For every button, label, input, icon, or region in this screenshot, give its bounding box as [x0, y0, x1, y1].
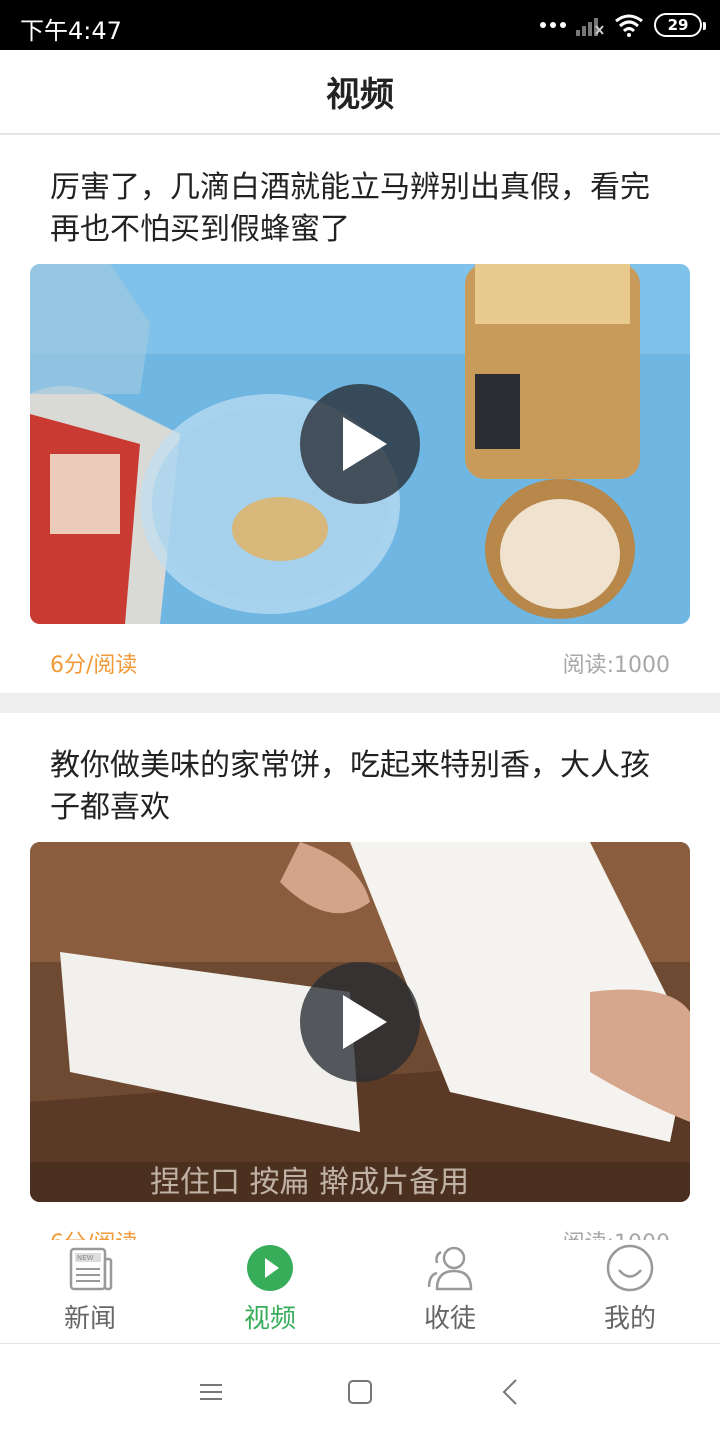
users-icon	[427, 1246, 473, 1291]
page-title: 视频	[326, 75, 394, 115]
home-icon[interactable]	[345, 1377, 375, 1407]
read-time: 6分/阅读	[50, 1225, 137, 1240]
wifi-icon	[615, 14, 643, 37]
play-icon	[343, 995, 387, 1049]
newspaper-icon: NEW	[69, 1247, 113, 1291]
video-card[interactable]: 厉害了，几滴白酒就能立马辨别出真假，看完再也不怕买到假蜂蜜了 6分/阅读 阅读:…	[0, 135, 720, 693]
svg-text:NEW: NEW	[77, 1254, 94, 1262]
status-bar: 下午4:47 29	[0, 0, 720, 50]
tab-label: 新闻	[63, 1304, 116, 1334]
play-button[interactable]	[300, 384, 420, 504]
video-title[interactable]: 厉害了，几滴白酒就能立马辨别出真假，看完再也不怕买到假蜂蜜了	[50, 167, 670, 251]
play-icon	[343, 417, 387, 471]
play-button[interactable]	[300, 962, 420, 1082]
video-feed[interactable]: 厉害了，几滴白酒就能立马辨别出真假，看完再也不怕买到假蜂蜜了 6分/阅读 阅读:…	[0, 135, 720, 1240]
tab-mine[interactable]: 我的	[540, 1240, 720, 1344]
view-count: 阅读:1000	[562, 653, 670, 678]
more-dots-icon	[540, 22, 566, 28]
menu-icon[interactable]	[196, 1377, 226, 1407]
tab-label: 我的	[603, 1304, 656, 1334]
video-thumbnail[interactable]	[30, 264, 690, 624]
system-nav-bar	[0, 1345, 720, 1440]
smiley-icon	[606, 1244, 654, 1292]
tab-news[interactable]: NEW 新闻	[0, 1240, 180, 1344]
tab-label: 视频	[243, 1304, 296, 1334]
status-time: 下午4:47	[20, 17, 122, 45]
tab-video[interactable]: 视频	[180, 1240, 360, 1344]
view-count: 阅读:1000	[563, 1225, 670, 1240]
video-caption: 捏住口 按扁 擀成片备用	[150, 1165, 469, 1200]
video-card[interactable]: 教你做美味的家常饼，吃起来特别香，大人孩子都喜欢 捏住口 按扁 擀成片备用 6分…	[0, 713, 720, 1240]
play-circle-icon	[247, 1245, 293, 1291]
status-icons: 29	[540, 12, 706, 38]
card-divider	[0, 693, 720, 713]
app-header: 视频	[0, 50, 720, 135]
signal-icon	[576, 18, 604, 36]
tab-label: 收徒	[423, 1304, 476, 1334]
bottom-tabbar: NEW 新闻 视频 收徒 我的	[0, 1240, 720, 1344]
read-time: 6分/阅读	[50, 653, 138, 678]
battery-icon: 29	[654, 13, 706, 37]
back-icon[interactable]	[496, 1377, 526, 1407]
video-title[interactable]: 教你做美味的家常饼，吃起来特别香，大人孩子都喜欢	[50, 745, 670, 829]
battery-level: 29	[667, 16, 689, 34]
video-thumbnail[interactable]: 捏住口 按扁 擀成片备用	[30, 842, 690, 1202]
tab-apprentice[interactable]: 收徒	[360, 1240, 540, 1344]
